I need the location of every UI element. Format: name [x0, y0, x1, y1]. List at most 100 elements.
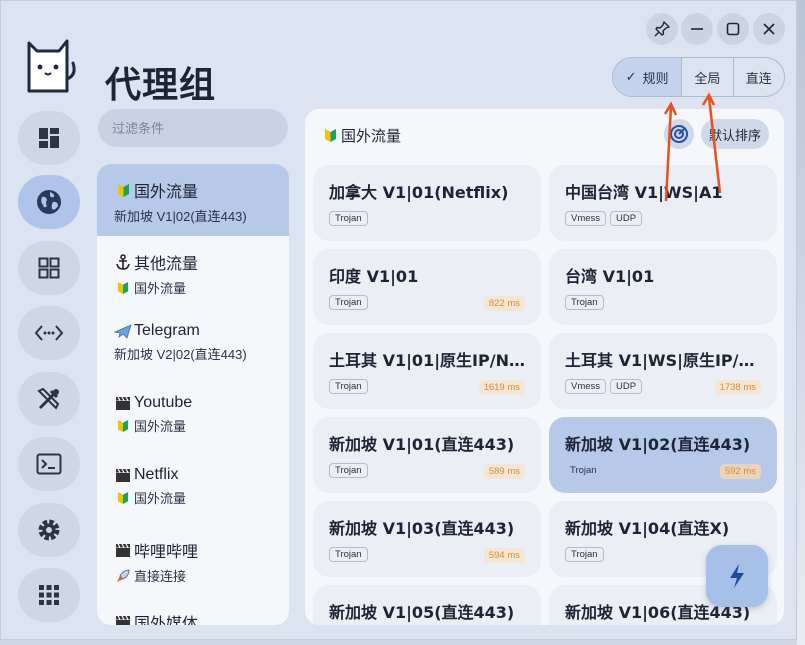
- proxy-card[interactable]: 印度 V1|01 Trojan 822 ms: [313, 249, 541, 325]
- rocket-icon: [114, 568, 132, 584]
- mode-label: 规则: [642, 70, 669, 86]
- mode-direct-button[interactable]: 直连: [734, 58, 784, 96]
- proxy-name: 土耳其 V1|WS|原生IP/Net...: [565, 351, 765, 370]
- group-item[interactable]: 国外流量 新加坡 V1|02(直连443): [97, 164, 289, 236]
- beginner-icon: [114, 490, 132, 506]
- mode-rule-button[interactable]: ✓ 规则: [613, 58, 683, 96]
- latency-badge[interactable]: 592 ms: [719, 464, 761, 479]
- group-name: Netflix: [134, 466, 179, 483]
- cat-logo-icon: [27, 39, 76, 93]
- proxy-type-tag: Trojan: [329, 295, 368, 310]
- group-selected: 新加坡 V2|02(直连443): [114, 347, 247, 362]
- proxy-card[interactable]: 新加坡 V1|03(直连443) Trojan 594 ms: [313, 501, 541, 577]
- latency-badge[interactable]: 589 ms: [483, 464, 525, 479]
- group-selected: 新加坡 V1|02(直连443): [114, 209, 247, 224]
- proxy-card[interactable]: 新加坡 V1|05(直连443): [313, 585, 541, 625]
- apps-grid-icon: [39, 585, 59, 605]
- nav-settings[interactable]: [18, 503, 80, 557]
- gear-icon: [38, 519, 60, 541]
- proxy-udp-tag: UDP: [610, 379, 643, 394]
- nav-proxies[interactable]: [18, 175, 80, 229]
- desktop-background: [797, 0, 805, 645]
- proxy-card-selected[interactable]: 新加坡 V1|02(直连443) Trojan 592 ms: [549, 417, 777, 493]
- tools-icon: [37, 387, 60, 410]
- filter-input[interactable]: [98, 109, 288, 147]
- group-item[interactable]: Netflix 国外流量: [97, 452, 289, 524]
- anchor-icon: [114, 254, 132, 270]
- latency-badge[interactable]: 1738 ms: [714, 380, 761, 395]
- maximize-icon: [726, 22, 740, 36]
- nav-rules[interactable]: [18, 306, 80, 360]
- proxy-type-tag: Trojan: [329, 463, 368, 478]
- proxy-name: 新加坡 V1|02(直连443): [565, 435, 751, 454]
- close-button[interactable]: [753, 13, 785, 45]
- group-selected: 国外流量: [134, 419, 187, 434]
- clapper-icon: [114, 614, 132, 625]
- group-item[interactable]: 其他流量 国外流量: [97, 236, 289, 308]
- proxy-card[interactable]: 加拿大 V1|01(Netflix) Trojan: [313, 165, 541, 241]
- proxy-udp-tag: UDP: [610, 211, 643, 226]
- proxy-card[interactable]: 中国台湾 V1|WS|A1 Vmess UDP: [549, 165, 777, 241]
- clapper-icon: [114, 467, 132, 483]
- delay-test-button[interactable]: [664, 119, 694, 149]
- mode-global-button[interactable]: 全局: [682, 58, 734, 96]
- proxy-name: 印度 V1|01: [329, 267, 419, 286]
- proxy-type-tag: Vmess: [565, 211, 607, 226]
- group-item[interactable]: 哔哩哔哩 直接连接: [97, 524, 289, 596]
- group-name: Telegram: [134, 322, 200, 339]
- group-name: 国外媒体: [134, 616, 199, 625]
- airplane-icon: [114, 323, 132, 339]
- proxy-type-tag: Trojan: [329, 211, 368, 226]
- proxy-card[interactable]: 土耳其 V1|WS|原生IP/Net... VmessUDP 1738 ms: [549, 333, 777, 409]
- latency-badge[interactable]: 822 ms: [483, 296, 525, 311]
- group-item[interactable]: Youtube 国外流量: [97, 380, 289, 452]
- proxy-type-tag: Trojan: [565, 547, 604, 562]
- sort-button[interactable]: 默认排序: [701, 119, 769, 149]
- group-item[interactable]: 国外媒体: [97, 596, 289, 625]
- group-name: Youtube: [134, 394, 193, 411]
- proxy-card[interactable]: 土耳其 V1|01|原生IP/Net... Trojan 1619 ms: [313, 333, 541, 409]
- minimize-button[interactable]: [681, 13, 713, 45]
- mode-label: 直连: [745, 70, 772, 86]
- group-selected: 国外流量: [134, 281, 187, 296]
- terminal-icon: [36, 453, 62, 475]
- nav-dashboard[interactable]: [18, 111, 80, 165]
- maximize-button[interactable]: [717, 13, 749, 45]
- proxy-card[interactable]: 新加坡 V1|01(直连443) Trojan 589 ms: [313, 417, 541, 493]
- proxy-type-tag: Trojan: [565, 295, 604, 310]
- quick-test-button[interactable]: [706, 545, 768, 607]
- proxy-type-tag: Vmess: [565, 379, 607, 394]
- proxy-name: 台湾 V1|01: [565, 267, 655, 286]
- close-icon: [763, 23, 775, 35]
- nav-logs[interactable]: [18, 437, 80, 491]
- proxy-name: 新加坡 V1|04(直连X): [565, 519, 730, 538]
- nav-connections[interactable]: [18, 241, 80, 295]
- beginner-icon: [114, 418, 132, 434]
- proxy-name: 土耳其 V1|01|原生IP/Net...: [329, 351, 529, 370]
- pin-button[interactable]: [646, 13, 678, 45]
- page-title: 代理组: [105, 65, 217, 106]
- proxy-name: 新加坡 V1|05(直连443): [329, 603, 515, 622]
- pin-icon: [654, 21, 670, 37]
- group-item[interactable]: Telegram 新加坡 V2|02(直连443): [97, 308, 289, 380]
- group-list: 国外流量 新加坡 V1|02(直连443) 其他流量 国外流量 Telegram…: [97, 164, 289, 625]
- mode-label: 全局: [694, 70, 721, 86]
- beginner-icon: [321, 128, 339, 144]
- clapper-icon: [114, 395, 132, 411]
- group-name: 其他流量: [134, 256, 199, 273]
- nav-more[interactable]: [18, 568, 80, 622]
- latency-badge[interactable]: 594 ms: [483, 548, 525, 563]
- latency-badge[interactable]: 1619 ms: [478, 380, 525, 395]
- group-selected: 直接连接: [134, 569, 187, 584]
- nav-tools[interactable]: [18, 372, 80, 426]
- proxy-type-tag: Trojan: [329, 379, 368, 394]
- lightning-icon: [730, 564, 744, 588]
- proxy-type-tag: Trojan: [329, 547, 368, 562]
- dashboard-icon: [39, 128, 59, 148]
- beginner-icon: [114, 182, 132, 198]
- proxy-card[interactable]: 台湾 V1|01 Trojan: [549, 249, 777, 325]
- check-icon: ✓: [625, 69, 637, 84]
- code-arrows-icon: [34, 325, 64, 341]
- minimize-icon: [691, 28, 703, 30]
- group-selected: 国外流量: [134, 491, 187, 506]
